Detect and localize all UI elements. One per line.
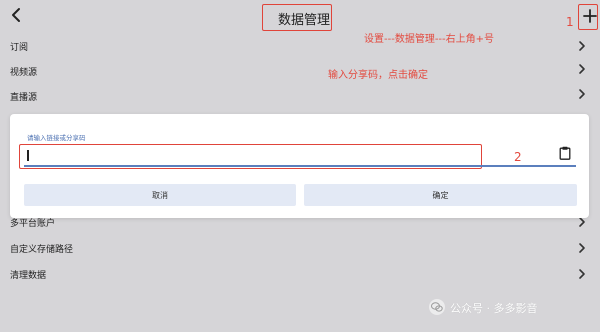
share-code-field-label: 请输入链接或分享码 xyxy=(27,134,86,142)
chevron-right-icon xyxy=(579,41,585,51)
list-item-live-source[interactable]: 直播源 xyxy=(0,84,600,108)
input-underline xyxy=(24,165,576,167)
list-item-subscription[interactable]: 订阅 xyxy=(0,34,600,58)
step-1-annotation: 1 xyxy=(566,15,574,29)
wechat-logo-icon xyxy=(429,299,445,315)
chevron-right-icon xyxy=(579,89,585,99)
list-item-label: 直播源 xyxy=(10,93,38,103)
chevron-right-icon xyxy=(579,64,585,74)
chevron-left-icon xyxy=(12,8,20,22)
back-button[interactable] xyxy=(8,4,26,26)
list-item-video-source[interactable]: 视频源 xyxy=(0,59,600,83)
confirm-button[interactable]: 确定 xyxy=(304,184,577,206)
cancel-button[interactable]: 取消 xyxy=(24,184,296,206)
chevron-right-icon xyxy=(579,243,585,253)
list-item-clear-data[interactable]: 清理数据 xyxy=(0,262,600,286)
list-item-label: 清理数据 xyxy=(10,271,47,281)
add-button-highlight-box xyxy=(578,4,598,30)
clipboard-icon[interactable] xyxy=(559,146,571,160)
title-highlight-box xyxy=(262,4,332,31)
text-cursor xyxy=(27,150,29,161)
list-item-label: 视频源 xyxy=(10,68,38,78)
list-item-custom-storage-path[interactable]: 自定义存储路径 xyxy=(0,237,600,261)
list-item-label: 自定义存储路径 xyxy=(10,245,74,255)
step-2-annotation: 2 xyxy=(514,150,522,164)
watermark-text: 公众号 · 多多影音 xyxy=(450,302,538,315)
list-item-label: 订阅 xyxy=(10,43,29,53)
chevron-right-icon xyxy=(579,269,585,279)
